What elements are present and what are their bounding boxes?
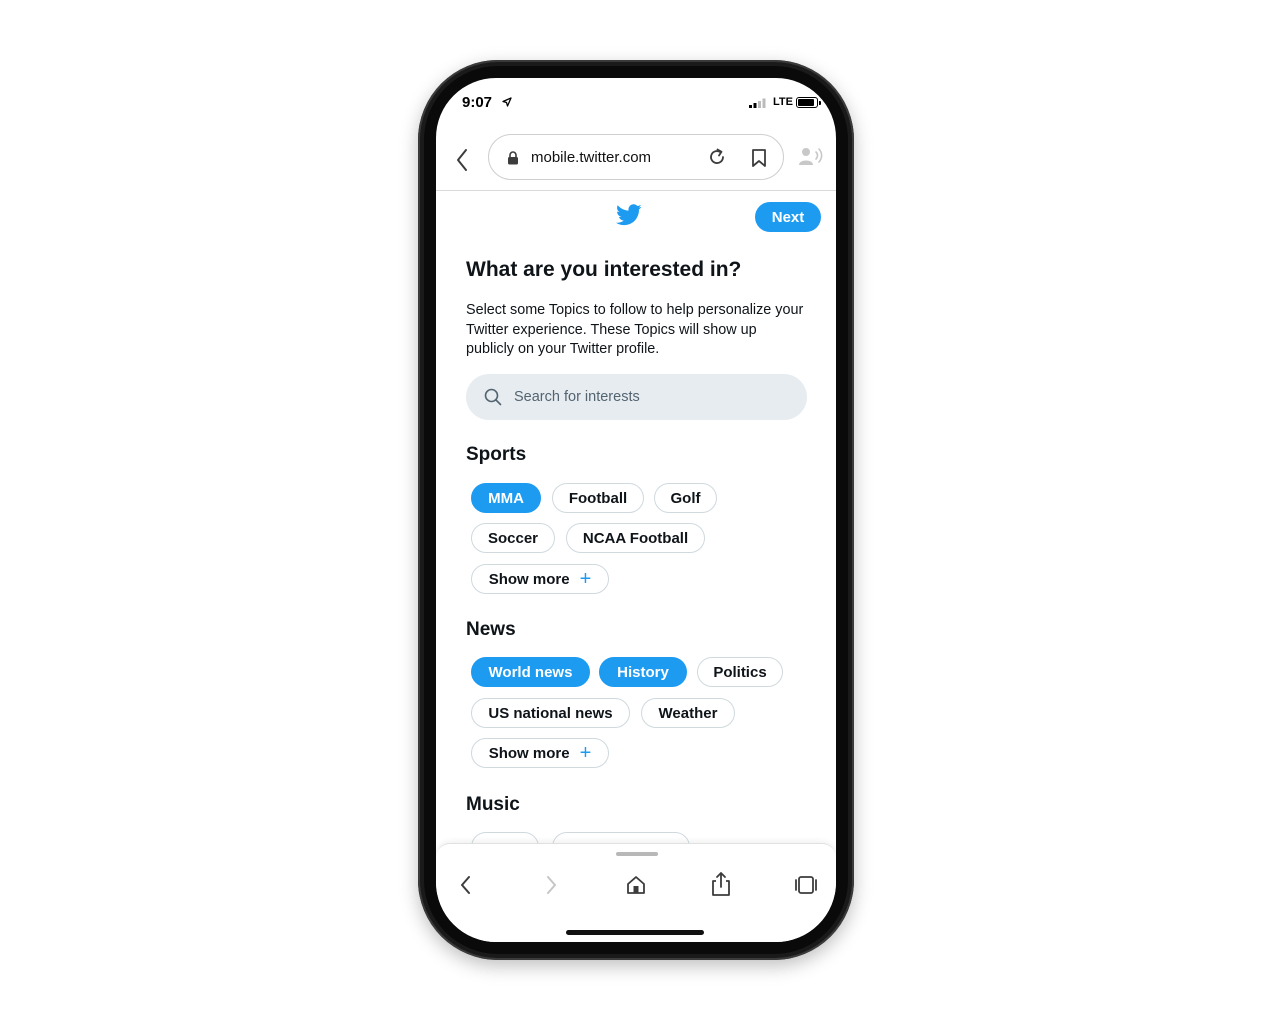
search-bar[interactable] [466,374,807,420]
chip-politics[interactable]: Politics [697,657,783,687]
chip-history[interactable]: History [599,657,687,687]
search-icon [484,388,502,406]
battery-cap [819,101,821,105]
forward-chevron-icon[interactable] [543,874,559,896]
show-more-label: Show more [488,570,570,588]
home-icon[interactable] [625,874,647,896]
browser-bottom-toolbar [436,843,836,942]
chip-ncaa-football[interactable]: NCAA Football [566,523,705,553]
tabs-icon[interactable] [794,874,818,896]
reload-icon[interactable] [707,147,727,167]
plus-icon: + [579,742,592,764]
cellular-signal-icon [749,98,766,108]
show-more-label: Show more [488,744,570,762]
section-title-music: Music [466,794,520,815]
chip-football[interactable]: Football [552,483,644,513]
share-icon[interactable] [710,871,732,897]
section-title-sports: Sports [466,444,527,465]
chip-world-news[interactable]: World news [471,657,590,687]
section-title-news: News [466,619,516,640]
status-time: 9:07 [462,94,493,111]
browser-toolbar: mobile.twitter.com [436,130,836,191]
chip-us-national-news[interactable]: US national news [471,698,630,728]
back-chevron-icon[interactable] [458,874,474,896]
show-more-news-button[interactable]: Show more + [471,738,609,768]
chip-soccer[interactable]: Soccer [471,523,555,553]
twitter-header: Next [436,190,836,250]
chip-weather[interactable]: Weather [641,698,735,728]
url-text: mobile.twitter.com [531,149,652,166]
chip-golf[interactable]: Golf [654,483,717,513]
bookmark-icon[interactable] [751,148,767,168]
next-button[interactable]: Next [755,202,821,232]
search-input[interactable] [514,374,794,420]
plus-icon: + [579,568,592,590]
battery-icon [796,97,818,108]
address-bar[interactable]: mobile.twitter.com [488,134,784,180]
reader-icon[interactable] [798,146,824,168]
page-title: What are you interested in? [466,258,742,281]
home-indicator[interactable] [566,930,704,935]
network-label: LTE [773,96,793,108]
show-more-sports-button[interactable]: Show more + [471,564,609,594]
sheet-grabber[interactable] [616,852,658,856]
page-description: Select some Topics to follow to help per… [466,302,804,357]
twitter-bird-icon [616,204,642,226]
back-chevron-icon[interactable] [454,146,470,174]
chip-mma[interactable]: MMA [471,483,541,513]
location-arrow-icon [502,97,512,107]
status-bar: 9:07 LTE [436,78,836,126]
lock-icon [508,151,518,165]
phone-screen: 9:07 LTE mobile.twitter.com Next What ar… [436,78,836,942]
